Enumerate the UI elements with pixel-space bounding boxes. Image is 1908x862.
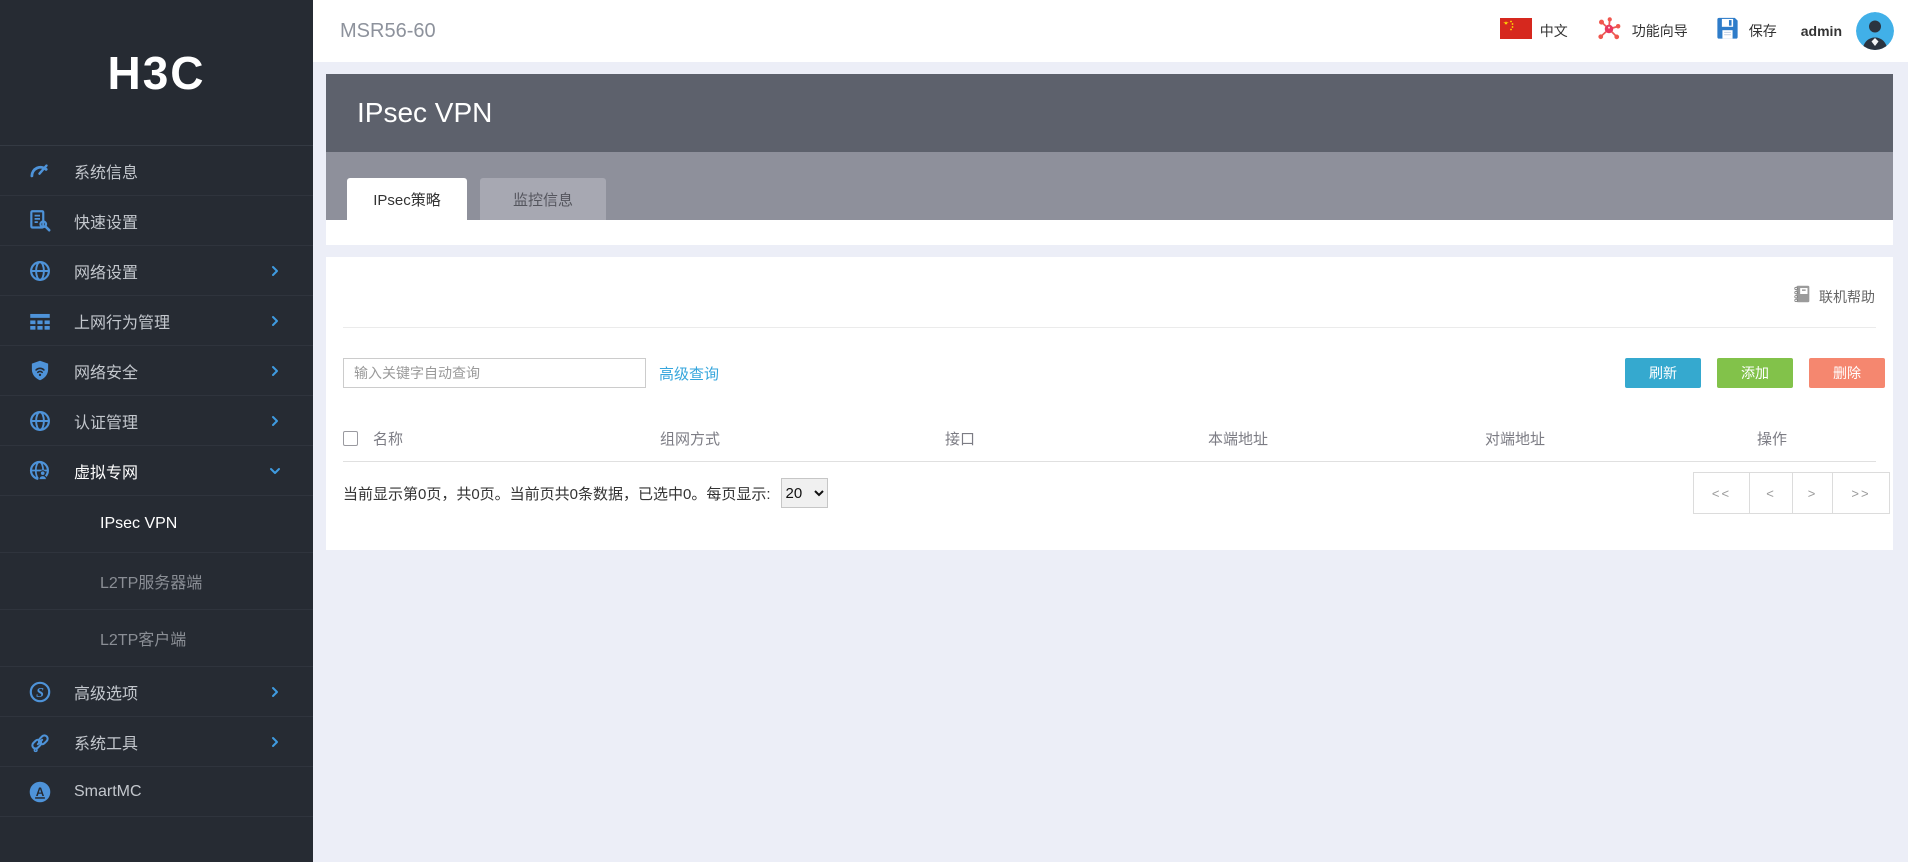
chevron-right-icon	[269, 736, 281, 748]
sidebar-item-l2tp-server[interactable]: L2TP服务器端	[0, 553, 313, 610]
sidebar-item-label: 系统工具	[74, 735, 139, 753]
search-input[interactable]	[343, 358, 646, 388]
globe-icon	[27, 408, 53, 434]
sidebar-item-system-tools[interactable]: 系统工具	[0, 717, 313, 767]
gauge-icon	[27, 158, 53, 184]
sidebar-item-label: L2TP客户端	[100, 632, 187, 649]
tab-monitor-info[interactable]: 监控信息	[480, 178, 606, 220]
column-header-name: 名称	[373, 430, 404, 448]
pager: << < > >>	[1693, 472, 1890, 514]
sidebar-item-label: 系统信息	[74, 164, 139, 182]
language-label: 中文	[1539, 23, 1568, 39]
column-header-mode: 组网方式	[660, 430, 721, 448]
sidebar-item-label: L2TP服务器端	[100, 575, 203, 592]
tools-icon	[27, 729, 53, 755]
next-page-button[interactable]: >	[1792, 473, 1832, 513]
sidebar-item-label: IPsec VPN	[100, 515, 178, 532]
last-page-button[interactable]: >>	[1832, 473, 1889, 513]
sidebar: H3C 系统信息 快速设置 网络设置 上网行为管理 网络安全 认证管理 虚拟专网…	[0, 0, 313, 862]
select-all-checkbox[interactable]	[343, 430, 358, 446]
advanced-icon: S	[27, 679, 53, 705]
delete-button[interactable]: 删除	[1809, 358, 1885, 388]
sidebar-item-l2tp-client[interactable]: L2TP客户端	[0, 610, 313, 667]
quick-setup-icon	[27, 208, 53, 234]
page-size-select[interactable]: 20	[780, 478, 828, 508]
pagination-bar: 当前显示第0页，共0页。当前页共0条数据，已选中0。每页显示: 20 << < …	[343, 462, 1890, 524]
sidebar-item-label: 网络设置	[74, 264, 139, 282]
behavior-grid-icon	[27, 308, 53, 334]
column-header-operation: 操作	[1757, 430, 1788, 448]
chevron-right-icon	[269, 315, 281, 327]
prev-page-button[interactable]: <	[1749, 473, 1792, 513]
advanced-search-link[interactable]: 高级查询	[659, 363, 719, 384]
help-book-icon	[1791, 283, 1813, 310]
page-header: IPsec VPN	[326, 74, 1893, 152]
select-all-cell	[343, 430, 373, 446]
user-avatar[interactable]	[1856, 12, 1894, 50]
smartmc-icon: A	[27, 779, 53, 805]
save-floppy-icon	[1714, 15, 1741, 47]
column-header-peer-address: 对端地址	[1485, 430, 1546, 448]
tab-bar: IPsec策略 监控信息	[326, 152, 1893, 220]
svg-text:A: A	[36, 784, 45, 798]
save-action[interactable]: 保存	[1714, 15, 1777, 47]
sidebar-item-network-settings[interactable]: 网络设置	[0, 246, 313, 296]
column-header-interface: 接口	[945, 430, 976, 448]
app-root: { "topbar": { "device_name": "MSR56-60",…	[0, 0, 1908, 862]
sidebar-item-label: 高级选项	[74, 685, 139, 703]
chevron-right-icon	[269, 365, 281, 377]
content-panel: 联机帮助 高级查询 刷新 添加 删除 名称 组网方式 接口 本端地址 对端地址 …	[326, 257, 1893, 550]
sidebar-item-label: 认证管理	[74, 414, 139, 432]
sidebar-item-behavior-management[interactable]: 上网行为管理	[0, 296, 313, 346]
tab-ipsec-policy[interactable]: IPsec策略	[347, 178, 467, 220]
globe-icon	[27, 258, 53, 284]
h3c-logo: H3C	[0, 0, 313, 146]
wizard-label: 功能向导	[1631, 23, 1688, 39]
topbar-actions: 中文 功能向导 保存 admin	[1474, 12, 1894, 50]
vpn-globe-icon	[27, 458, 53, 484]
device-name: MSR56-60	[340, 19, 436, 42]
sidebar-item-network-security[interactable]: 网络安全	[0, 346, 313, 396]
china-flag-icon	[1499, 18, 1532, 44]
table-header-row: 名称 组网方式 接口 本端地址 对端地址 操作	[343, 415, 1876, 462]
action-buttons: 刷新 添加 删除	[1625, 358, 1885, 388]
chevron-right-icon	[269, 415, 281, 427]
sidebar-item-vpn[interactable]: 虚拟专网	[0, 446, 313, 496]
toolbar-divider	[343, 327, 1876, 328]
chevron-right-icon	[269, 686, 281, 698]
sidebar-item-label: 网络安全	[74, 364, 139, 382]
sidebar-item-label: 上网行为管理	[74, 314, 171, 332]
username[interactable]: admin	[1801, 23, 1842, 39]
feature-wizard[interactable]: 功能向导	[1594, 14, 1688, 49]
sidebar-item-quick-setup[interactable]: 快速设置	[0, 196, 313, 246]
add-button[interactable]: 添加	[1717, 358, 1793, 388]
sidebar-item-advanced-options[interactable]: S 高级选项	[0, 667, 313, 717]
sidebar-item-system-info[interactable]: 系统信息	[0, 146, 313, 196]
online-help-link[interactable]: 联机帮助	[1791, 283, 1875, 310]
toolbar: 高级查询 刷新 添加 删除	[343, 358, 1885, 388]
sidebar-item-auth-management[interactable]: 认证管理	[0, 396, 313, 446]
language-switcher[interactable]: 中文	[1499, 18, 1568, 44]
chevron-down-icon	[269, 465, 281, 477]
refresh-button[interactable]: 刷新	[1625, 358, 1701, 388]
save-label: 保存	[1748, 23, 1777, 39]
online-help-label: 联机帮助	[1819, 288, 1875, 305]
shield-wifi-icon	[27, 358, 53, 384]
sidebar-item-label: 快速设置	[74, 214, 139, 232]
sidebar-item-ipsec-vpn[interactable]: IPsec VPN	[0, 496, 313, 553]
page-title: IPsec VPN	[357, 97, 493, 128]
sidebar-item-smartmc[interactable]: A SmartMC	[0, 767, 313, 817]
tab-bottom-strip	[326, 220, 1893, 245]
topbar: MSR56-60 中文 功能向导 保存 admin	[313, 0, 1908, 62]
chevron-right-icon	[269, 265, 281, 277]
pagination-summary: 当前显示第0页，共0页。当前页共0条数据，已选中0。每页显示:	[343, 485, 771, 503]
sidebar-item-label: 虚拟专网	[74, 464, 139, 482]
first-page-button[interactable]: <<	[1694, 473, 1749, 513]
svg-text:S: S	[36, 684, 44, 700]
h3c-logo-text: H3C	[107, 46, 206, 99]
sidebar-item-label: SmartMC	[74, 782, 142, 800]
wizard-network-icon	[1594, 14, 1624, 49]
column-header-local-address: 本端地址	[1208, 430, 1269, 448]
